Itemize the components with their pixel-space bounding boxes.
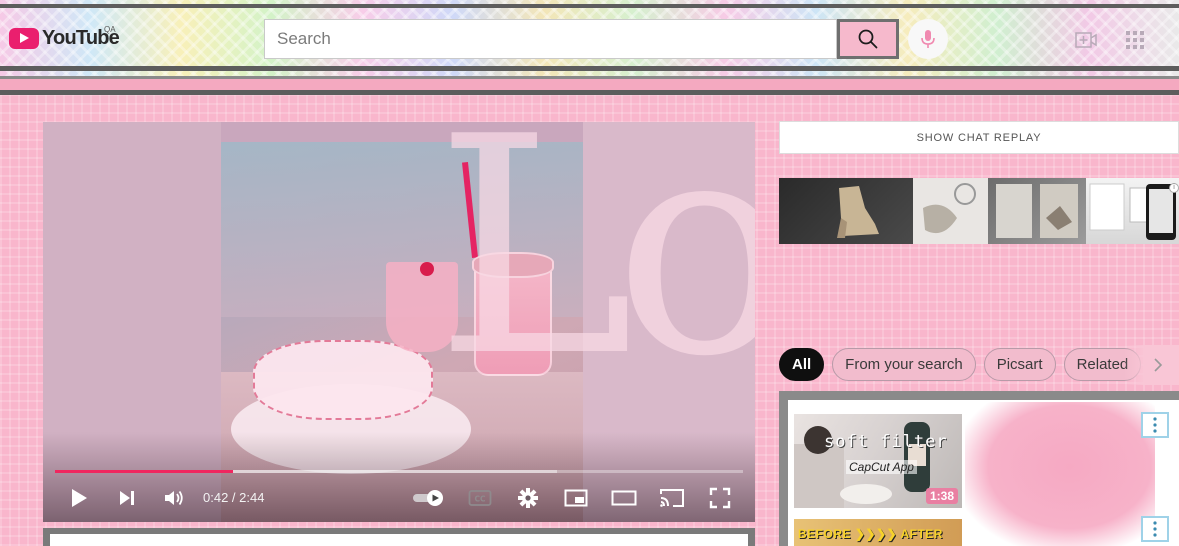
autoplay-toggle-icon (413, 490, 443, 506)
captions-button[interactable]: CC (466, 484, 494, 512)
volume-button[interactable] (159, 484, 189, 512)
create-video-icon (1075, 32, 1097, 48)
controls-gradient (43, 432, 755, 522)
apps-button[interactable] (1125, 30, 1145, 55)
ad-image-catalog (1086, 178, 1179, 244)
ad-image-boot (779, 178, 913, 244)
show-chat-replay-button[interactable]: SHOW CHAT REPLAY (779, 121, 1179, 154)
miniplayer-icon (564, 489, 588, 507)
video-player[interactable]: Lol 0:42 / 2:44 CC (43, 122, 755, 522)
search-input[interactable] (277, 29, 836, 49)
chip-all[interactable]: All (779, 348, 825, 381)
more-vertical-icon (1153, 417, 1157, 433)
video-thumbnail[interactable]: BEFORE ❯❯❯❯ AFTER (794, 519, 962, 546)
cast-icon (660, 489, 684, 507)
thumbnail-subtitle: CapCut App (846, 460, 917, 474)
chevron-right-icon (1154, 358, 1163, 372)
chip-from-your-search[interactable]: From your search (832, 348, 976, 381)
youtube-logo[interactable]: YouTube (9, 26, 120, 50)
cast-button[interactable] (658, 484, 686, 512)
progress-played (55, 470, 233, 473)
time-display: 0:42 / 2:44 (203, 490, 265, 505)
autoplay-toggle[interactable] (410, 484, 448, 512)
microphone-icon (921, 30, 935, 48)
ad-banner[interactable] (779, 178, 1179, 244)
fullscreen-button[interactable] (706, 484, 734, 512)
play-button[interactable] (65, 484, 93, 512)
search-button[interactable] (837, 19, 899, 59)
video-info-panel (50, 534, 748, 546)
progress-bar[interactable] (55, 470, 743, 473)
search-icon (858, 29, 878, 49)
video-plush-toy (253, 340, 433, 420)
masthead-pink-band (0, 79, 1179, 90)
settings-button[interactable] (514, 484, 542, 512)
masthead-border-lower (0, 90, 1179, 95)
video-overlay-text: Lol (435, 122, 755, 422)
masthead-border-bottom (0, 66, 1179, 71)
video-cherry (420, 262, 434, 276)
search-field[interactable] (264, 19, 837, 59)
country-code: QA (104, 25, 116, 34)
create-video-button[interactable] (1074, 30, 1098, 55)
miniplayer-button[interactable] (562, 484, 590, 512)
video-action-menu-button[interactable] (1141, 516, 1169, 542)
chip-bar: All From your search Picsart Related (779, 348, 1142, 381)
video-action-menu-button[interactable] (1141, 412, 1169, 438)
video-thumbnail[interactable]: soft filter CapCut App 1:38 (794, 414, 962, 508)
cc-icon: CC (468, 490, 492, 506)
fullscreen-icon (709, 487, 731, 509)
svg-text:CC: CC (474, 495, 486, 504)
ad-image-necklace (913, 178, 988, 244)
duration-badge: 1:38 (925, 488, 958, 504)
masthead-border-top (0, 4, 1179, 8)
volume-icon (165, 490, 183, 506)
next-button[interactable] (113, 484, 141, 512)
theater-mode-button[interactable] (610, 484, 638, 512)
play-icon (72, 489, 87, 507)
more-vertical-icon (1153, 521, 1157, 537)
next-icon (120, 491, 134, 505)
ad-image-magazine (988, 178, 1086, 244)
youtube-play-logo-icon (9, 27, 39, 49)
ad-info-icon[interactable]: i (1169, 183, 1179, 193)
blurred-video-details (965, 402, 1155, 546)
gear-icon (518, 488, 538, 508)
theater-mode-icon (611, 490, 637, 506)
voice-search-button[interactable] (908, 19, 948, 59)
chip-scroll-right-button[interactable] (1124, 345, 1179, 385)
apps-grid-icon (1126, 31, 1144, 49)
chip-picsart[interactable]: Picsart (983, 348, 1056, 381)
thumbnail-title: BEFORE ❯❯❯❯ AFTER (798, 527, 943, 541)
thumbnail-title: soft filter (824, 432, 948, 452)
